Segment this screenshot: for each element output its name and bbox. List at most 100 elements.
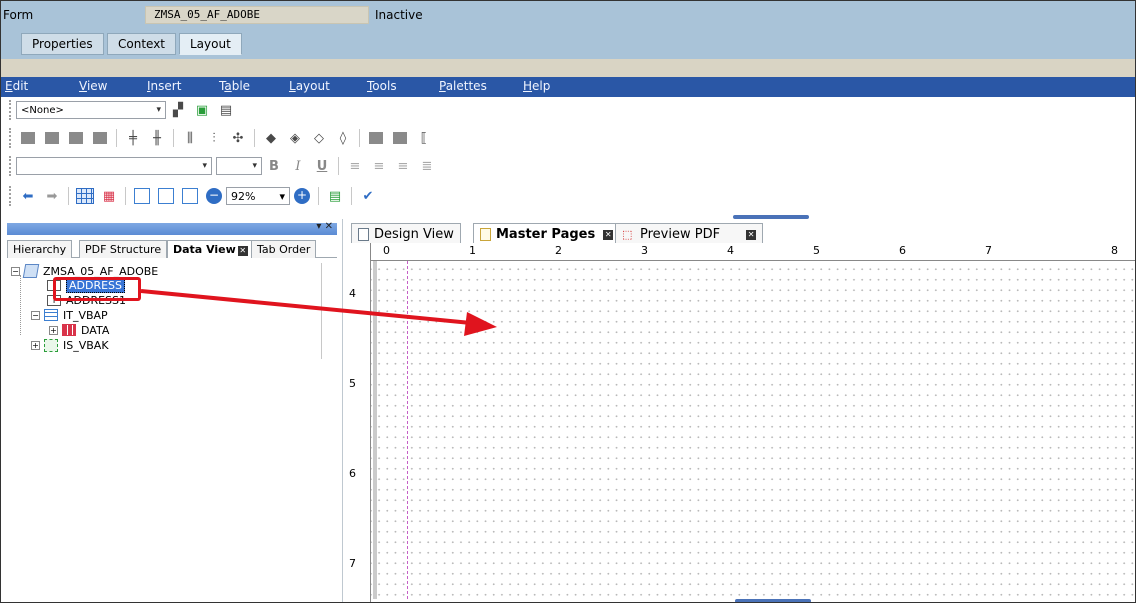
font-family-select[interactable]: ▾ [16, 157, 212, 175]
menu-table[interactable]: Table [219, 79, 250, 93]
data-view-panel: ▾ ✕ Hierarchy PDF Structure Data View ✕ T… [1, 219, 343, 602]
show-grid-icon[interactable] [75, 186, 95, 206]
align-text-right-icon[interactable]: ≡ [393, 156, 413, 176]
tab-data-view[interactable]: Data View ✕ [167, 240, 254, 258]
pdf-icon: ⬚ [622, 228, 633, 241]
separator [173, 129, 174, 147]
panel-menu-icon[interactable]: ▾ ✕ [316, 221, 333, 232]
underline-button[interactable]: U [312, 156, 332, 176]
tab-context[interactable]: Context [107, 33, 177, 55]
style-catalog-icon[interactable]: ▤ [216, 100, 236, 120]
align-center-h-icon[interactable]: ╪ [123, 128, 143, 148]
close-icon[interactable]: ✕ [746, 229, 757, 240]
align-right-icon[interactable] [42, 128, 62, 148]
master-page-icon [480, 228, 491, 241]
collapse-icon[interactable]: − [31, 310, 40, 320]
form-name-field[interactable]: ZMSA_05_AF_ADOBE [145, 6, 369, 24]
collapse-icon[interactable]: − [11, 266, 20, 276]
editor-tabs: Design View Master Pages ✕ ⬚ Preview PDF… [345, 219, 1135, 245]
fit-page-icon[interactable] [132, 186, 152, 206]
menu-tools[interactable]: Tools [367, 79, 397, 93]
align-text-left-icon[interactable]: ≡ [345, 156, 365, 176]
distribute-h-icon[interactable]: ⫼ [180, 128, 200, 148]
menu-help[interactable]: Help [523, 79, 550, 93]
chevron-down-icon: ▾ [279, 189, 285, 203]
snap-grid-icon[interactable]: ▦ [99, 186, 119, 206]
zoom-in-icon[interactable]: + [292, 186, 312, 206]
add-style-icon[interactable]: ▣ [192, 100, 212, 120]
center-page-icon[interactable]: ✣ [228, 128, 248, 148]
menu-insert[interactable]: Insert [147, 79, 181, 93]
tree-scrollbar[interactable] [321, 263, 333, 359]
distribute-v-icon[interactable]: ⫶ [204, 128, 224, 148]
tab-preview-pdf[interactable]: ⬚ Preview PDF ✕ [615, 223, 764, 245]
tab-properties[interactable]: Properties [21, 33, 104, 55]
tab-pdf-structure[interactable]: PDF Structure [79, 240, 168, 258]
menu-view[interactable]: View [79, 79, 107, 93]
ruler-v-label: 6 [349, 467, 356, 480]
pane-splitter-handle[interactable] [735, 599, 811, 602]
zoom-value: 92% [231, 189, 256, 203]
same-width-icon[interactable] [366, 128, 386, 148]
undo-icon[interactable]: ⬅ [18, 186, 38, 206]
redo-icon[interactable]: ➡ [42, 186, 62, 206]
same-size-icon[interactable]: ⟦ [414, 128, 434, 148]
fit-width-icon[interactable] [180, 186, 200, 206]
separator [338, 157, 339, 175]
menu-layout[interactable]: Layout [289, 79, 330, 93]
align-bottom-icon[interactable] [90, 128, 110, 148]
align-text-center-icon[interactable]: ≡ [369, 156, 389, 176]
tree-node-it-vbap[interactable]: − IT_VBAP [31, 307, 108, 323]
toolbar-grip[interactable] [9, 186, 12, 206]
expand-icon[interactable]: + [31, 340, 40, 350]
toolbar-grip[interactable] [9, 128, 12, 148]
vertical-ruler: 4 5 6 7 [345, 243, 371, 602]
panel-titlebar[interactable]: ▾ ✕ [7, 221, 337, 235]
expand-icon[interactable]: + [49, 325, 58, 335]
tab-design-view[interactable]: Design View [351, 223, 461, 245]
fit-height-icon[interactable] [156, 186, 176, 206]
canvas-edge [373, 261, 377, 599]
menu-palettes[interactable]: Palettes [439, 79, 487, 93]
tab-hierarchy[interactable]: Hierarchy [7, 240, 73, 258]
same-height-icon[interactable] [390, 128, 410, 148]
tab-tab-order[interactable]: Tab Order [251, 240, 317, 258]
bold-button[interactable]: B [264, 156, 284, 176]
tab-master-pages[interactable]: Master Pages ✕ [473, 223, 621, 245]
align-top-icon[interactable] [66, 128, 86, 148]
separator [359, 129, 360, 147]
italic-button[interactable]: I [288, 156, 308, 176]
ruler-h-label: 8 [1111, 244, 1118, 257]
spell-check-icon[interactable]: ✔ [358, 186, 378, 206]
structure-icon [44, 338, 58, 352]
ruler-h-label: 0 [383, 244, 390, 257]
tree-node-root-label: ZMSA_05_AF_ADOBE [43, 264, 159, 278]
align-left-icon[interactable] [18, 128, 38, 148]
master-page-canvas[interactable] [371, 261, 1135, 599]
zoom-out-icon[interactable]: − [204, 186, 224, 206]
bring-front-icon[interactable]: ◇ [309, 128, 329, 148]
toolbar-grip[interactable] [9, 156, 12, 176]
new-style-icon[interactable]: ▞ [168, 100, 188, 120]
ruler-h-label: 7 [985, 244, 992, 257]
tab-layout[interactable]: Layout [179, 33, 242, 55]
group-icon[interactable]: ◆ [261, 128, 281, 148]
send-back-icon[interactable]: ◊ [333, 128, 353, 148]
align-text-justify-icon[interactable]: ≣ [417, 156, 437, 176]
menu-edit[interactable]: Edit [5, 79, 28, 93]
font-size-select[interactable]: ▾ [216, 157, 262, 175]
close-icon[interactable]: ✕ [237, 246, 248, 256]
ruler-v-label: 4 [349, 287, 356, 300]
ungroup-icon[interactable]: ◈ [285, 128, 305, 148]
close-icon[interactable]: ✕ [603, 229, 614, 240]
page-icon [358, 228, 369, 241]
application-window: Form ZMSA_05_AF_ADOBE Inactive Propertie… [0, 0, 1136, 603]
toolbar-grip[interactable] [9, 100, 12, 120]
zoom-select[interactable]: 92% ▾ [226, 187, 290, 205]
menubar: Edit View Insert Table Layout Tools Pale… [1, 77, 1135, 97]
align-center-v-icon[interactable]: ╫ [147, 128, 167, 148]
style-select[interactable]: <None> ▾ [16, 101, 166, 119]
tree-node-is-vbak[interactable]: + IS_VBAK [31, 337, 109, 353]
tree-node-data[interactable]: + DATA [49, 322, 109, 338]
script-icon[interactable]: ▤ [325, 186, 345, 206]
